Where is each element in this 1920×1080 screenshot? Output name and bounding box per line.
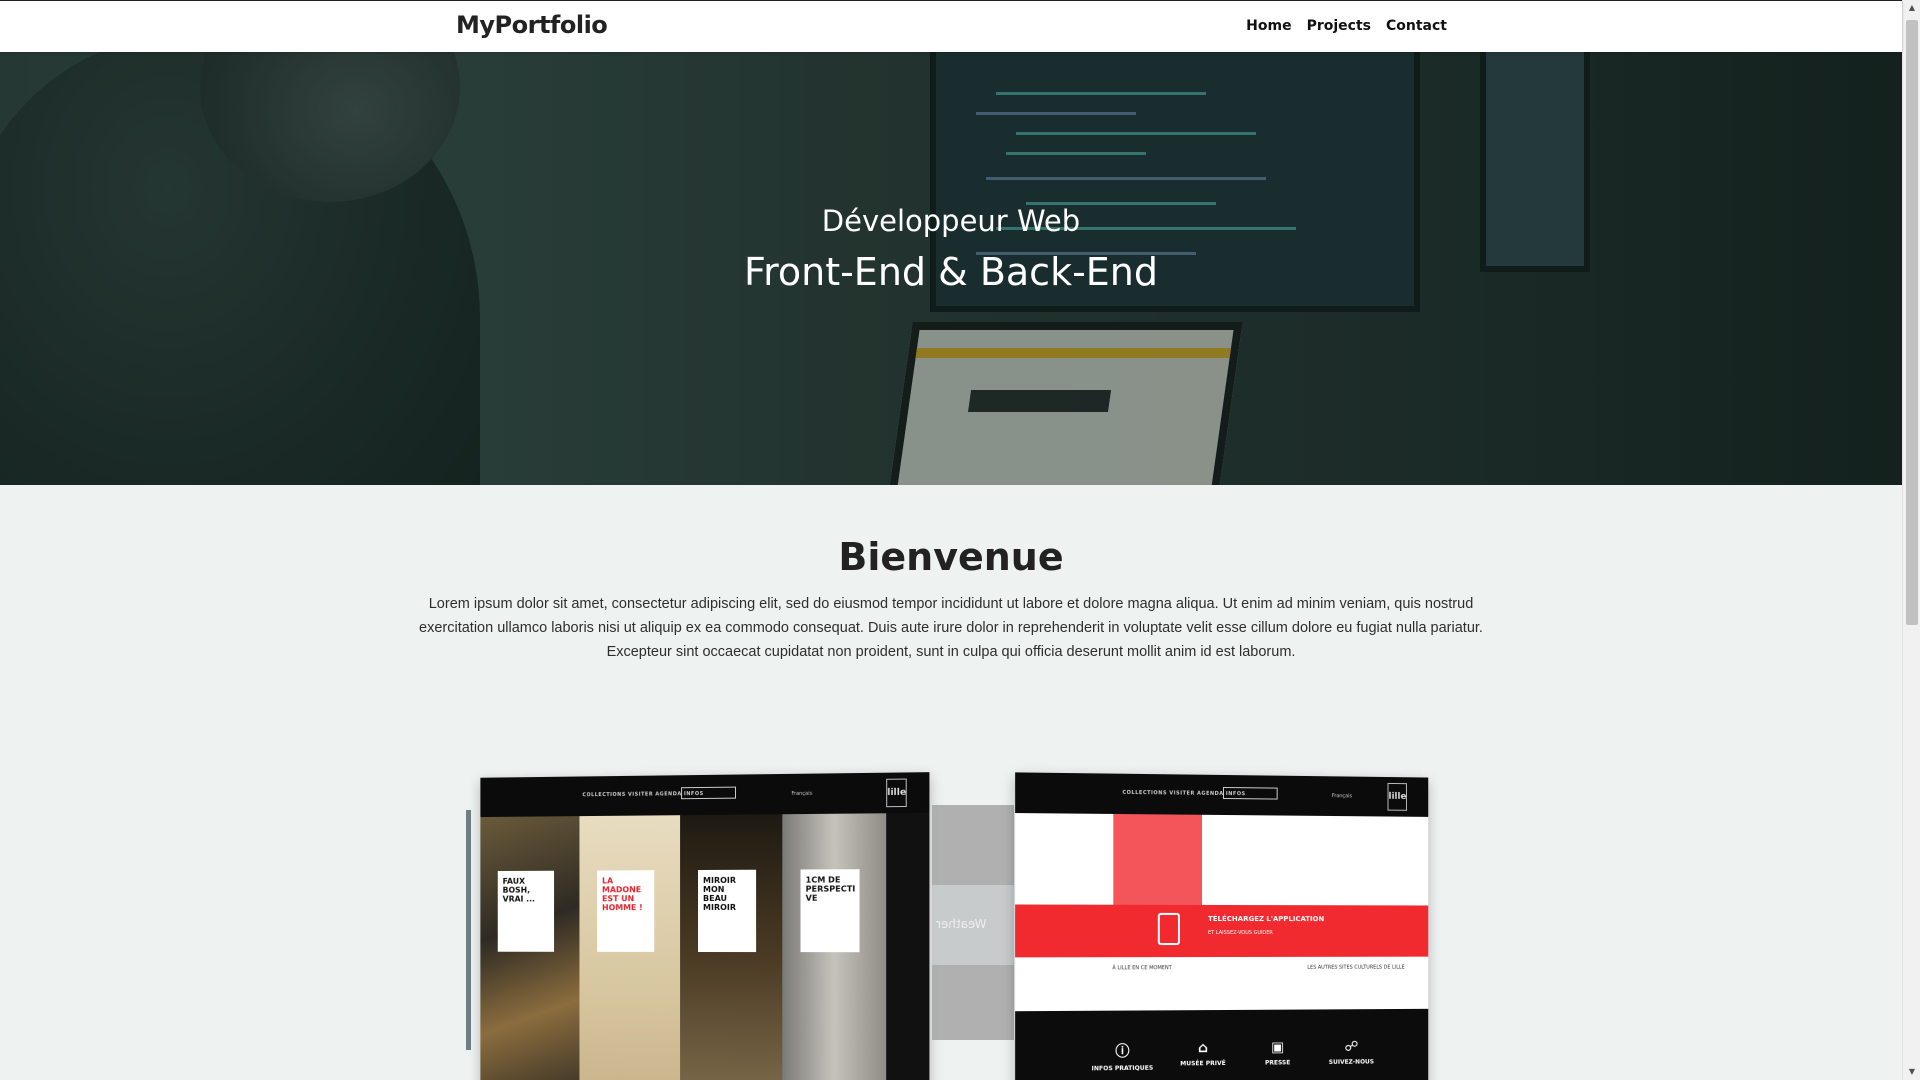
project-panel-note: 1CM DE PERSPECTI VE <box>800 869 860 953</box>
hero-banner: Développeur Web Front-End & Back-End <box>0 52 1902 485</box>
footer-item-infos: ⓘ INFOS PRATIQUES <box>1087 1041 1158 1073</box>
press-icon: ▣ <box>1271 1039 1285 1056</box>
project-site-search <box>1223 786 1278 800</box>
project-site-red-block <box>1113 813 1203 905</box>
project-card-weather-label: Weather <box>936 917 987 931</box>
nav-home-link[interactable]: Home <box>1246 18 1291 34</box>
info-icon: ⓘ <box>1115 1043 1130 1061</box>
project-site-footer: ⓘ INFOS PRATIQUES ⌂ MUSÉE PRIVÉ ▣ PRESSE ☍ S… <box>1015 1008 1429 1080</box>
project-card-museum[interactable]: COLLECTIONS VISITER AGENDA INFOS Françai… <box>480 772 930 1080</box>
project-card-museum-app[interactable]: COLLECTIONS VISITER AGENDA INFOS Françai… <box>1015 772 1429 1080</box>
nav-projects-link[interactable]: Projects <box>1307 18 1371 34</box>
brand-logo[interactable]: MyPortfolio <box>456 11 608 39</box>
footer-item-suivez: ☍ SUIVEZ-NOUS <box>1317 1039 1385 1066</box>
nav-contact-link[interactable]: Contact <box>1386 18 1447 34</box>
project-site-lang: Français <box>791 790 813 798</box>
project-panel: LA MADONE EST UN HOMME ! <box>579 815 681 1080</box>
carousel-edge <box>466 810 471 1050</box>
projects-carousel: COLLECTIONS VISITER AGENDA INFOS Françai… <box>0 760 1902 1080</box>
project-site-header: COLLECTIONS VISITER AGENDA INFOS Françai… <box>1015 772 1429 817</box>
project-site-logo: lille <box>1387 782 1407 811</box>
welcome-title: Bienvenue <box>838 535 1064 579</box>
footer-item-musee: ⌂ MUSÉE PRIVÉ <box>1168 1040 1238 1068</box>
page-scrollbar[interactable]: ▲ ▼ <box>1902 0 1920 1080</box>
project-site-header: COLLECTIONS VISITER AGENDA INFOS Françai… <box>480 772 930 818</box>
project-panel-note: FAUX BOSH, VRAI ... <box>497 870 555 952</box>
nav-links: Home Projects Contact <box>1246 18 1447 34</box>
app-banner-subtitle: ET LAISSEZ-VOUS GUIDER <box>1208 929 1273 937</box>
project-site-body: TÉLÉCHARGEZ L'APPLICATION ET LAISSEZ-VOU… <box>1015 813 1429 1080</box>
welcome-text: Lorem ipsum dolor sit amet, consectetur … <box>419 596 1483 660</box>
scroll-up-arrow-icon[interactable]: ▲ <box>1903 0 1920 16</box>
project-site-lang: Français <box>1331 793 1353 800</box>
project-panel: MIROIR MON BEAU MIROIR <box>680 814 783 1080</box>
app-banner-title: TÉLÉCHARGEZ L'APPLICATION <box>1208 914 1325 924</box>
project-panel: FAUX BOSH, VRAI ... <box>480 816 580 1080</box>
home-icon: ⌂ <box>1197 1040 1209 1057</box>
hero-title: Front-End & Back-End <box>743 250 1158 294</box>
scrollbar-thumb[interactable] <box>1906 20 1918 625</box>
project-site-search <box>681 786 737 800</box>
project-card-weather[interactable]: Weather <box>932 805 1014 1040</box>
project-site-info-left: À LILLE EN CE MOMENT <box>1112 965 1172 972</box>
scroll-down-arrow-icon[interactable]: ▼ <box>1903 1064 1920 1080</box>
project-site-info-right: LES AUTRES SITES CULTURELS DE LILLE <box>1307 964 1405 971</box>
project-site-app-banner: TÉLÉCHARGEZ L'APPLICATION ET LAISSEZ-VOU… <box>1015 904 1429 958</box>
share-icon: ☍ <box>1344 1038 1359 1055</box>
project-panel: 1CM DE PERSPECTI VE <box>782 813 887 1080</box>
phone-icon <box>1157 912 1180 946</box>
project-panel-note: MIROIR MON BEAU MIROIR <box>698 869 757 953</box>
navbar: MyPortfolio Home Projects Contact <box>0 0 1902 52</box>
hero-subtitle: Développeur Web <box>821 204 1081 238</box>
project-site-logo: lille <box>886 778 907 808</box>
project-panel-note: LA MADONE EST UN HOMME ! <box>597 870 655 952</box>
footer-item-presse: ▣ PRESSE <box>1243 1039 1312 1067</box>
